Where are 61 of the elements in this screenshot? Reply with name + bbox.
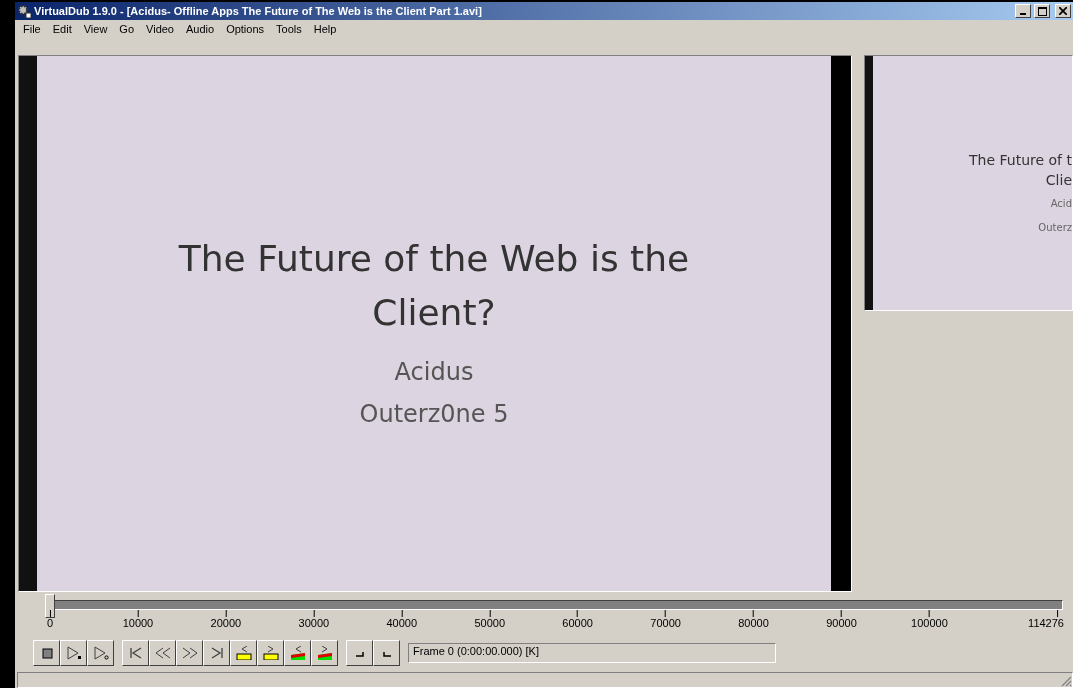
slide-text: The Future of t <box>969 151 1072 170</box>
tick-label: 40000 <box>386 617 418 630</box>
resize-grip-icon[interactable] <box>1060 675 1072 687</box>
slide-author: Acidus <box>394 358 474 386</box>
tick-label: 30000 <box>298 617 330 630</box>
close-icon <box>1059 7 1067 15</box>
slide-text: Outerz <box>1038 221 1072 235</box>
toolbar-button[interactable] <box>87 640 114 666</box>
menu-item[interactable]: Tools <box>270 23 308 35</box>
scene-forward-icon <box>316 646 333 660</box>
toolbar-button[interactable] <box>346 640 373 666</box>
timeline-track[interactable] <box>45 594 1063 618</box>
toolbar-button[interactable] <box>230 640 257 666</box>
tick-label: 10000 <box>122 617 154 630</box>
slide-event: Outerz0ne 5 <box>359 400 509 428</box>
key-frame-forward-icon <box>262 646 279 660</box>
tick-label: 50000 <box>474 617 505 630</box>
play-icon <box>92 646 109 660</box>
gear-icon <box>17 4 31 18</box>
menu-item[interactable]: Audio <box>180 23 221 35</box>
fast-forward-icon <box>181 646 198 660</box>
toolbar-button[interactable] <box>203 640 230 666</box>
rewind-icon <box>154 646 171 660</box>
slide-title: The Future of the Web is the Client? <box>177 237 691 335</box>
slide-text: Acid <box>1050 197 1072 211</box>
toolbar-button[interactable] <box>284 640 311 666</box>
scene-back-icon <box>289 646 306 660</box>
menu-item[interactable]: File <box>17 23 47 35</box>
frame-readout: Frame 0 (0:00:00.000) [K] <box>408 643 776 663</box>
menu-item[interactable]: Video <box>140 23 180 35</box>
tick-label: 20000 <box>210 617 242 630</box>
play-icon <box>65 646 82 660</box>
toolbar-button[interactable] <box>60 640 87 666</box>
slide-text: Clie <box>1045 171 1072 190</box>
toolbar-button[interactable] <box>149 640 176 666</box>
menu-item[interactable]: Options <box>220 23 271 35</box>
menu-item[interactable]: Edit <box>46 23 78 35</box>
minimize-button[interactable] <box>1015 4 1031 18</box>
tick-label: 80000 <box>738 617 769 630</box>
menu-item[interactable]: View <box>77 23 114 35</box>
toolbar-button[interactable] <box>33 640 60 666</box>
tick-label: 70000 <box>650 617 681 630</box>
tick-label: 60000 <box>562 617 593 630</box>
maximize-button[interactable] <box>1034 4 1050 18</box>
timeline-thumb[interactable] <box>45 594 55 618</box>
tick-label: 100000 <box>911 617 948 630</box>
toolbar-button[interactable] <box>311 640 338 666</box>
maximize-icon <box>1037 6 1047 16</box>
tick-label: 114276 <box>1028 617 1064 630</box>
close-button[interactable] <box>1055 4 1071 18</box>
toolbar-button[interactable] <box>257 640 284 666</box>
skip-start-icon <box>127 646 144 660</box>
toolbar-button[interactable] <box>122 640 149 666</box>
menu-item[interactable]: Go <box>113 23 141 35</box>
tick-label: 90000 <box>826 617 857 630</box>
window-title: VirtualDub 1.9.0 - [Acidus- Offline Apps The Future of The Web is the Client Part 1.avi] <box>34 5 483 17</box>
toolbar-button[interactable] <box>176 640 203 666</box>
key-frame-back-icon <box>235 646 252 660</box>
tick-label: 0 <box>46 617 54 630</box>
menu-item[interactable]: Help <box>307 23 343 35</box>
toolbar-button[interactable] <box>373 640 400 666</box>
